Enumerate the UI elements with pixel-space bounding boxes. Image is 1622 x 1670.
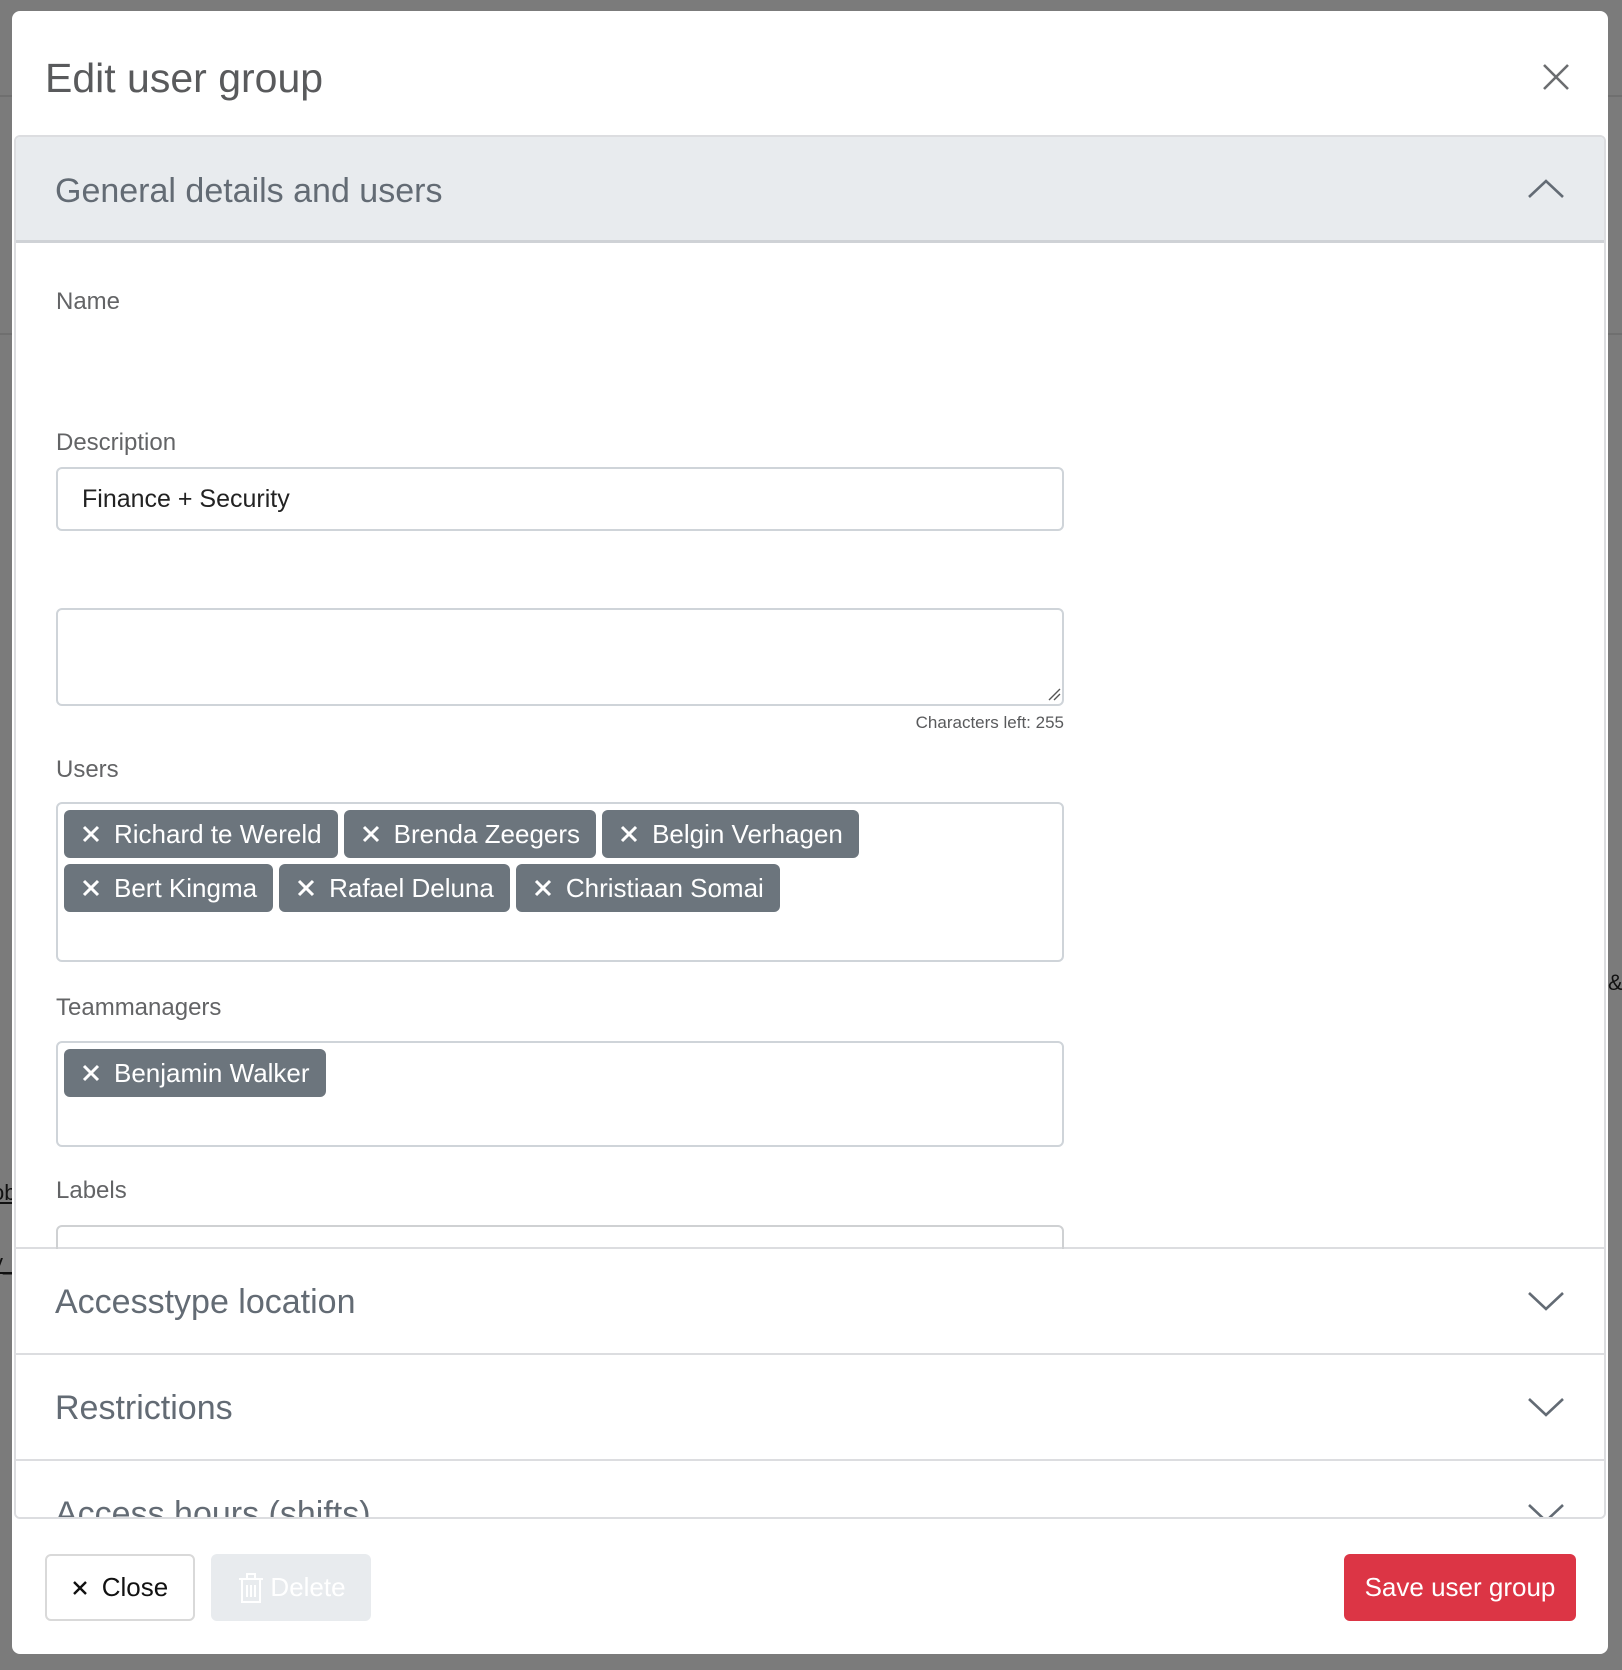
user-tag[interactable]: Rafael Deluna	[279, 864, 510, 912]
modal-header: Edit user group	[12, 11, 1608, 135]
chevron-down-icon	[1528, 1504, 1564, 1517]
modal-close-button[interactable]	[1534, 55, 1578, 99]
tag-label: Richard te Wereld	[114, 818, 322, 849]
remove-tag-icon[interactable]	[534, 879, 552, 897]
close-icon	[1543, 64, 1569, 90]
tag-label: Belgin Verhagen	[652, 818, 843, 849]
close-icon	[72, 1580, 87, 1595]
section-title: Access hours (shifts)	[55, 1495, 371, 1519]
chevron-down-icon	[1528, 1292, 1564, 1311]
close-button-label: Close	[101, 1572, 169, 1602]
user-tag[interactable]: Belgin Verhagen	[602, 810, 859, 858]
remove-tag-icon[interactable]	[620, 825, 638, 843]
user-tag[interactable]: Christiaan Somai	[515, 864, 780, 912]
accordion-header-restrictions[interactable]: Restrictions	[16, 1355, 1604, 1461]
teammanagers-label: Teammanagers	[56, 994, 222, 1021]
user-tag[interactable]: Brenda Zeegers	[343, 810, 597, 858]
user-group-accordion: General details and users Name Descripti…	[14, 135, 1606, 1519]
accordion-header-accesstype-location[interactable]: Accesstype location	[16, 1249, 1604, 1355]
edit-user-group-modal: Edit user group General details and user…	[12, 11, 1608, 1654]
delete-button[interactable]: Delete	[211, 1554, 371, 1621]
user-tag[interactable]: Bert Kingma	[64, 864, 274, 912]
users-multiselect[interactable]: Richard te Wereld Brenda Zeegers Belgin Ve…	[56, 802, 1064, 962]
name-input[interactable]	[56, 467, 1064, 531]
section-title: Accesstype location	[55, 1283, 356, 1321]
trash-icon	[239, 1572, 264, 1603]
general-details-body: Name Description Characters left: 255 Us…	[16, 243, 1604, 1305]
tag-label: Benjamin Walker	[114, 1057, 310, 1088]
delete-button-label: Delete	[270, 1572, 346, 1602]
description-label: Description	[56, 429, 177, 456]
tag-label: Brenda Zeegers	[393, 818, 581, 849]
chevron-up-icon	[1528, 179, 1564, 198]
close-button[interactable]: Close	[45, 1554, 195, 1621]
tag-label: Bert Kingma	[114, 872, 258, 903]
remove-tag-icon[interactable]	[297, 879, 315, 897]
accordion-header-general[interactable]: General details and users	[16, 137, 1604, 243]
characters-left-counter: Characters left: 255	[915, 713, 1064, 732]
section-title: Restrictions	[55, 1389, 233, 1427]
resize-handle-icon[interactable]	[1047, 687, 1061, 701]
name-label: Name	[56, 288, 121, 315]
remove-tag-icon[interactable]	[82, 1064, 100, 1082]
tag-label: Christiaan Somai	[565, 872, 764, 903]
save-user-group-button[interactable]: Save user group	[1344, 1554, 1576, 1621]
background-text-fragment: &	[1608, 970, 1622, 995]
modal-title: Edit user group	[45, 55, 324, 101]
labels-label: Labels	[56, 1177, 127, 1204]
accordion-header-access-hours[interactable]: Access hours (shifts)	[16, 1461, 1604, 1519]
users-label: Users	[56, 756, 119, 783]
remove-tag-icon[interactable]	[82, 825, 100, 843]
tag-label: Rafael Deluna	[329, 872, 494, 903]
teammanager-tag[interactable]: Benjamin Walker	[64, 1049, 326, 1097]
chevron-down-icon	[1528, 1398, 1564, 1417]
description-textarea[interactable]	[56, 608, 1064, 706]
teammanagers-multiselect[interactable]: Benjamin Walker	[56, 1041, 1064, 1147]
section-title: General details and users	[55, 172, 443, 210]
remove-tag-icon[interactable]	[82, 879, 100, 897]
user-tag[interactable]: Richard te Wereld	[64, 810, 338, 858]
remove-tag-icon[interactable]	[362, 825, 380, 843]
